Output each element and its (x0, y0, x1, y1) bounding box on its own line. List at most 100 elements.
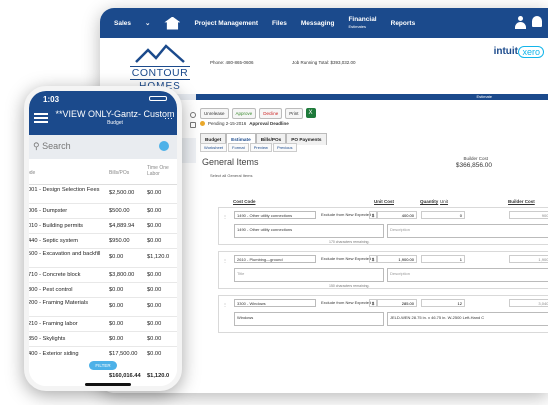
phone-budget-row[interactable]: 006 - Dumpster $500.00 $0.00 (29, 204, 177, 219)
xero-logo: xero (518, 46, 544, 58)
phone-budget-row[interactable]: 200 - Framing Materials $0.00 $0.00 (29, 298, 177, 317)
nav-reports[interactable]: Reports (391, 20, 416, 27)
unit-cost-input[interactable]: 1,900.00 (377, 255, 417, 263)
builder-cost-input[interactable]: 3,040.00 (509, 299, 548, 307)
unrelease-button[interactable]: Unrelease (200, 108, 229, 119)
print-button[interactable]: Print (285, 108, 303, 119)
subtab-format[interactable]: Format (228, 143, 249, 152)
nav-financial[interactable]: Financial Estimates (348, 16, 376, 30)
quantity-input[interactable]: 12 (421, 299, 465, 307)
col-bills[interactable]: Bills/POs (109, 170, 129, 176)
decline-button[interactable]: Decline (259, 108, 283, 119)
title-textarea[interactable]: Title (234, 268, 384, 282)
builder-cost-input[interactable]: 900.00 (509, 211, 548, 219)
phone-budget-row[interactable]: 210 - Framing labor $0.00 $0.00 (29, 317, 177, 332)
builder-cost-input[interactable]: 1,900.00 (509, 255, 548, 263)
currency-symbol: $ (369, 255, 377, 263)
subtab-previous[interactable]: Previous (272, 143, 297, 152)
col-unit-cost: Unit Cost (374, 199, 394, 204)
phone-budget-row[interactable]: 440 - Septic system $950.00 $0.00 (29, 234, 177, 249)
subtab-preview[interactable]: Preview (249, 143, 272, 152)
select-all-checkbox[interactable]: Select all General Items (210, 173, 252, 178)
nav-files[interactable]: Files (272, 20, 287, 27)
row-cost-code: 400 - Exterior siding (28, 351, 79, 357)
hamburger-menu-icon[interactable] (34, 113, 48, 123)
row-bills: $4,889.94 (109, 223, 135, 229)
row-time: $0.00 (147, 208, 162, 214)
home-icon[interactable] (164, 16, 181, 30)
row-bills: $2,500.00 (109, 190, 135, 196)
quantity-input[interactable]: 1 (421, 255, 465, 263)
phone-search-input[interactable]: ⚲ Search (33, 141, 71, 152)
total-time: $1,120.0 (147, 373, 170, 379)
phone-budget-row[interactable]: 010 - Building permits $4,889.94 $0.00 (29, 219, 177, 234)
doc-icon[interactable] (190, 122, 196, 128)
row-cost-code: 300 - Pest control (28, 287, 73, 293)
nav-financial-sub: Estimates (348, 24, 366, 29)
pending-date: Pending 2-15-2016 (208, 121, 247, 126)
quantity-input[interactable]: 0 (421, 211, 465, 219)
cost-code-select[interactable]: 3300 - Windows (234, 299, 316, 307)
running-total: Job Running Total: $393,032.00 (292, 60, 356, 65)
filter-icon[interactable] (159, 141, 169, 151)
phone-budget-row[interactable]: 350 - Skylights $0.00 $0.00 (29, 332, 177, 347)
user-icon[interactable] (515, 16, 526, 29)
phone-budget-row[interactable]: 300 - Pest control $0.00 $0.00 (29, 283, 177, 298)
row-time: $0.00 (147, 336, 162, 342)
filter-button[interactable]: FILTER (89, 361, 117, 370)
phone-budget-row[interactable]: 001 - Design Selection Fees $2,500.00 $0.0… (29, 185, 177, 204)
row-time: $0.00 (147, 321, 162, 327)
bell-icon[interactable] (532, 16, 542, 27)
action-buttons: Unrelease Approve Decline Print X (200, 108, 316, 119)
phone-budget-row[interactable]: 710 - Concrete block $3,800.00 $0.00 (29, 268, 177, 283)
top-nav: Sales ⌄ Project Management Files Messagi… (100, 8, 548, 38)
nav-sales[interactable]: Sales (114, 20, 131, 27)
description-textarea[interactable]: Description (387, 268, 548, 282)
logo-name: CONTOUR (130, 66, 190, 80)
chars-remaining: 170 characters remaining. (329, 240, 370, 244)
subtab-worksheet[interactable]: Worksheet (200, 143, 228, 152)
row-bills: $0.00 (109, 321, 124, 327)
row-time: $0.00 (147, 223, 162, 229)
nav-project-management[interactable]: Project Management (194, 20, 258, 27)
phone-budget-row[interactable]: 400 - Exterior siding $17,500.00 $0.00 (29, 347, 177, 362)
drag-handle-icon[interactable]: ⋮ (223, 258, 227, 263)
description-textarea[interactable]: Description (387, 224, 548, 238)
row-time: $0.00 (147, 303, 162, 309)
chars-remaining: 150 characters remaining. (329, 284, 370, 288)
col-builder-cost: Builder Cost (508, 199, 535, 204)
drag-handle-icon[interactable]: ⋮ (223, 214, 227, 219)
row-bills: $3,800.00 (109, 272, 135, 278)
more-menu-icon[interactable]: ⋯ (164, 113, 173, 124)
line-item-row: ⋮ 3300 - Windows Exclude from New Expect… (218, 295, 548, 333)
description-textarea[interactable]: JELD-WEN 28.75 in. x 46.75 in. W-2500 Le… (387, 312, 548, 326)
phone-budget-row[interactable]: 500 - Excavation and backfill $0.00 $1,120… (29, 249, 177, 268)
col-cost-code: Cost Code (233, 199, 256, 204)
title-textarea[interactable]: Windows (234, 312, 384, 326)
total-bills: $160,016.44 (109, 373, 141, 379)
cost-code-select[interactable]: 1490 - Other utility connections (234, 211, 316, 219)
nav-messaging[interactable]: Messaging (301, 20, 335, 27)
row-time: $0.00 (147, 351, 162, 357)
cost-code-select[interactable]: 2610 - Plumbing—ground (234, 255, 316, 263)
col-time[interactable]: Time One Labor (147, 165, 177, 177)
intuit-logo: intuit (493, 46, 518, 57)
unit-cost-input[interactable]: 285.00 (377, 299, 417, 307)
drag-handle-icon[interactable]: ⋮ (223, 302, 227, 307)
exclude-checkbox[interactable]: Exclude from New Expected (321, 300, 371, 305)
phone-header: 1:03 **VIEW ONLY-Gantz- Custom Budget ⋯ (29, 91, 177, 135)
info-icon[interactable] (190, 112, 196, 118)
col-quantity: Quantity (420, 199, 439, 204)
phone-column-headers: ode Bills/POs Time One Labor (29, 159, 177, 185)
line-item-row: ⋮ 1490 - Other utility connections Exclu… (218, 207, 548, 245)
approval-deadline: Approval Deadline (249, 121, 289, 126)
exclude-checkbox[interactable]: Exclude from New Expected (321, 256, 371, 261)
approve-button[interactable]: Approve (231, 108, 257, 119)
unit-cost-input[interactable]: 400.00 (377, 211, 417, 219)
exclude-checkbox[interactable]: Exclude from New Expected (321, 212, 371, 217)
title-textarea[interactable]: 1490 - Other utility connections (234, 224, 384, 238)
excel-icon[interactable]: X (305, 108, 316, 118)
row-time: $0.00 (147, 238, 162, 244)
general-items-title[interactable]: General Items (202, 157, 259, 167)
col-code[interactable]: ode (29, 170, 35, 176)
